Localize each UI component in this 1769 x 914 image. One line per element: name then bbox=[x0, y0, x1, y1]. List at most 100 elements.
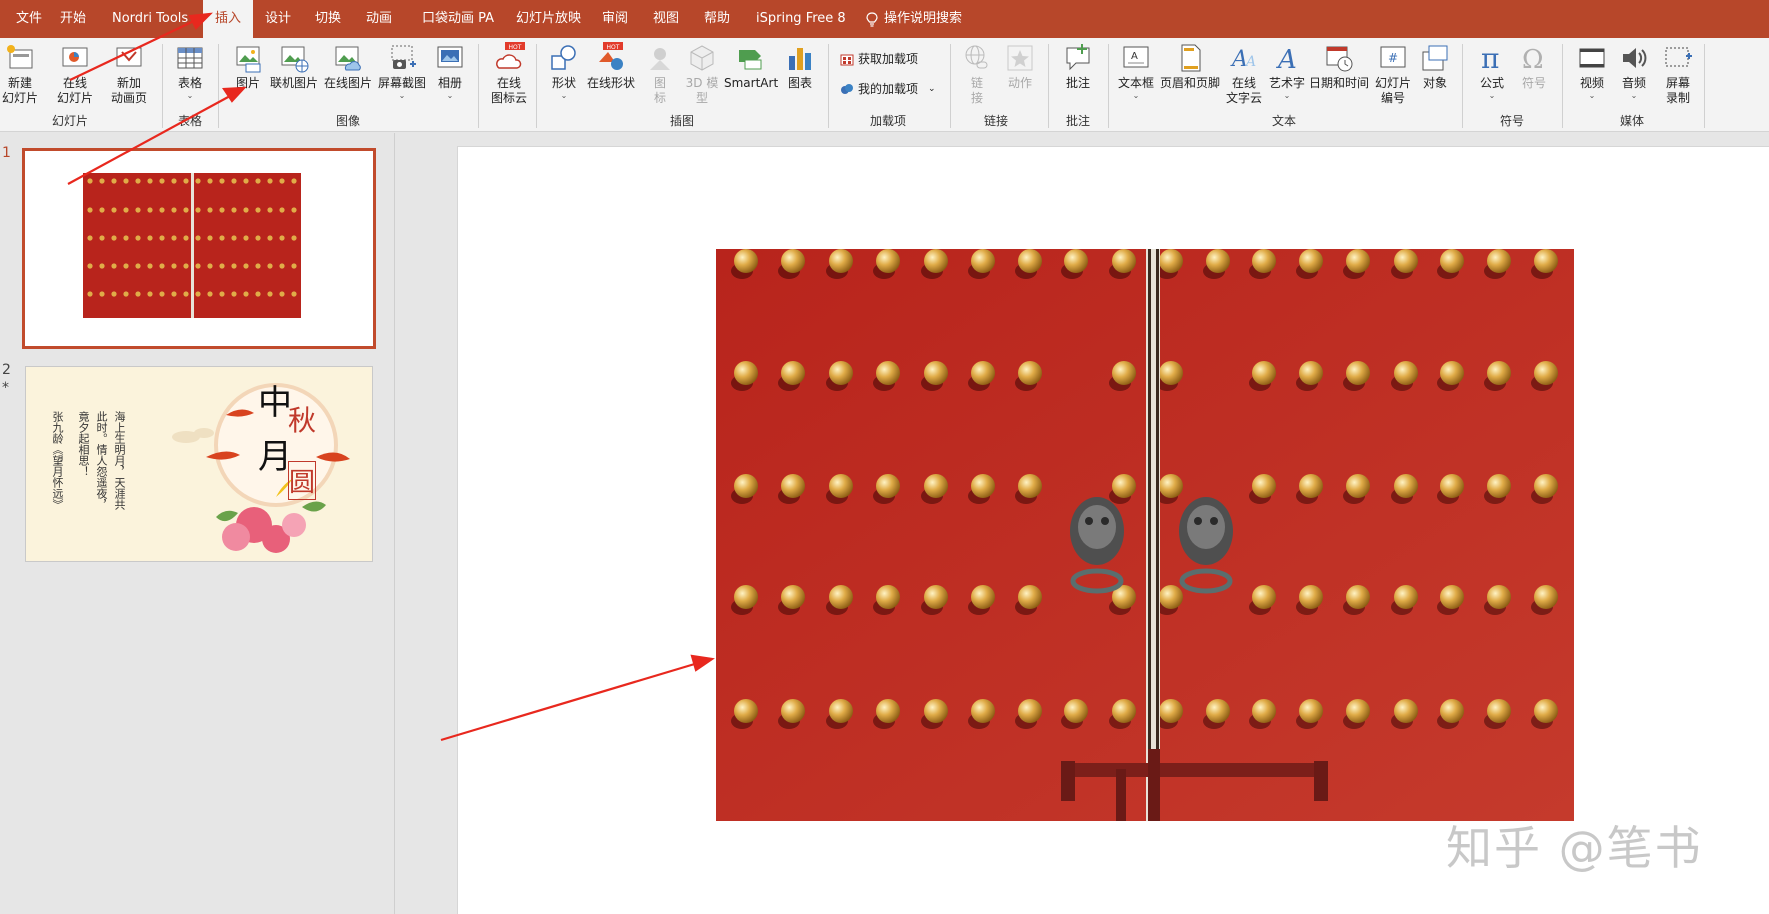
tab-home[interactable]: 开始 bbox=[48, 0, 98, 38]
door-stud bbox=[1487, 249, 1511, 273]
door-stud bbox=[924, 361, 948, 385]
thumbnail-door-stud bbox=[255, 178, 261, 184]
table-button[interactable]: 表格 ⌄ bbox=[172, 42, 208, 101]
door-stud bbox=[1112, 474, 1136, 498]
door-stud bbox=[1252, 249, 1276, 273]
tab-review[interactable]: 审阅 bbox=[590, 0, 640, 38]
divider bbox=[828, 44, 829, 128]
thumbnail-door-stud bbox=[99, 235, 105, 241]
shapes-button[interactable]: 形状 ⌄ bbox=[548, 42, 580, 101]
door-stud bbox=[829, 585, 853, 609]
online-icon-cloud-button[interactable]: HOT 在线 图标云 bbox=[487, 42, 531, 106]
door-stud bbox=[1346, 361, 1370, 385]
online-text-cloud-button[interactable]: AA 在线 文字云 bbox=[1224, 42, 1264, 106]
search-tell-me[interactable]: 操作说明搜索 bbox=[880, 0, 966, 38]
comment-button[interactable]: 批注 bbox=[1060, 42, 1096, 91]
audio-button[interactable]: 音频 ⌄ bbox=[1618, 42, 1650, 101]
door-stud bbox=[924, 474, 948, 498]
tab-view[interactable]: 视图 bbox=[641, 0, 691, 38]
thumbnail-door-stud bbox=[111, 178, 117, 184]
slide-thumbnail-1[interactable] bbox=[22, 148, 376, 349]
thumbnail-door-stud bbox=[219, 291, 225, 297]
get-addins-button[interactable]: 获取加载项 bbox=[840, 50, 918, 67]
picture-icon bbox=[232, 42, 264, 74]
thumbnail-door-stud bbox=[291, 235, 297, 241]
my-addins-button[interactable]: 我的加载项 ⌄ bbox=[840, 80, 936, 97]
3d-models-button[interactable]: 3D 模型 bbox=[682, 42, 722, 106]
thumbnail-door-stud bbox=[147, 291, 153, 297]
red-door-photo[interactable] bbox=[716, 249, 1574, 821]
svg-text:#: # bbox=[1388, 51, 1398, 65]
thumbnail-door-stud bbox=[243, 235, 249, 241]
wordart-button[interactable]: A 艺术字 ⌄ bbox=[1268, 42, 1306, 101]
thumbnail-door-stud bbox=[111, 263, 117, 269]
online-slide-button[interactable]: 在线 幻灯片 bbox=[50, 42, 100, 106]
action-button[interactable]: 动作 bbox=[1002, 42, 1038, 91]
thumbnail-door-stud bbox=[231, 235, 237, 241]
equation-button[interactable]: π 公式 ⌄ bbox=[1476, 42, 1508, 101]
thumbnail-door-stud bbox=[171, 263, 177, 269]
tab-help[interactable]: 帮助 bbox=[692, 0, 742, 38]
calendar-clock-icon bbox=[1323, 42, 1355, 74]
link-button[interactable]: 链接 bbox=[960, 42, 994, 106]
tab-file[interactable]: 文件 bbox=[4, 0, 54, 38]
tab-pocket-animation[interactable]: 口袋动画 PA bbox=[410, 0, 506, 38]
door-stud bbox=[1206, 249, 1230, 273]
new-animation-page-button[interactable]: 新加 动画页 bbox=[104, 42, 154, 106]
thumbnail-door-stud bbox=[207, 291, 213, 297]
screen-record-button[interactable]: 屏幕 录制 bbox=[1660, 42, 1696, 106]
symbol-button[interactable]: Ω 符号 bbox=[1518, 42, 1550, 91]
online-shapes-button[interactable]: HOT 在线形状 bbox=[584, 42, 638, 91]
thumbnail-door-stud bbox=[99, 291, 105, 297]
screenshot-button[interactable]: 屏幕截图 ⌄ bbox=[376, 42, 428, 101]
door-stud bbox=[1018, 361, 1042, 385]
tab-transitions[interactable]: 切换 bbox=[303, 0, 353, 38]
tab-slideshow[interactable]: 幻灯片放映 bbox=[504, 0, 593, 38]
tab-animations[interactable]: 动画 bbox=[354, 0, 404, 38]
online-picture-button[interactable]: 在线图片 bbox=[322, 42, 374, 91]
tab-ispring[interactable]: iSpring Free 8 bbox=[744, 0, 858, 38]
ribbon-tab-bar: 文件 开始 Nordri Tools 插入 设计 切换 动画 口袋动画 PA 幻… bbox=[0, 0, 1769, 39]
object-button[interactable]: 对象 bbox=[1418, 42, 1452, 91]
thumbnail-door-stud bbox=[147, 207, 153, 213]
door-stud bbox=[781, 249, 805, 273]
video-button[interactable]: 视频 ⌄ bbox=[1576, 42, 1608, 101]
door-stud bbox=[1346, 249, 1370, 273]
door-stud bbox=[1299, 361, 1323, 385]
thumbnail-door-stud bbox=[135, 291, 141, 297]
thumbnail-door-stud bbox=[219, 235, 225, 241]
thumbnail-door-stud bbox=[135, 207, 141, 213]
tab-design[interactable]: 设计 bbox=[253, 0, 303, 38]
thumbnail-door-stud bbox=[147, 263, 153, 269]
picture-button[interactable]: 图片 bbox=[230, 42, 266, 91]
thumbnail-door-stud bbox=[291, 263, 297, 269]
header-footer-button[interactable]: 页眉和页脚 bbox=[1160, 42, 1220, 91]
screen-record-icon bbox=[1662, 42, 1694, 74]
slide-2-number: 2 bbox=[2, 362, 11, 378]
door-stud bbox=[1534, 699, 1558, 723]
new-slide-button[interactable]: 新建 幻灯片 bbox=[0, 42, 40, 106]
icons-button[interactable]: 图标 bbox=[644, 42, 676, 106]
photo-album-button[interactable]: 相册 ⌄ bbox=[432, 42, 468, 101]
thumbnail-door-stud bbox=[231, 178, 237, 184]
door-stud bbox=[1440, 699, 1464, 723]
thumbnail-door-stud bbox=[267, 291, 273, 297]
slide-2-animation-marker: * bbox=[2, 380, 9, 396]
date-time-button[interactable]: 日期和时间 bbox=[1308, 42, 1370, 91]
smartart-button[interactable]: SmartArt bbox=[724, 42, 778, 91]
slide-number-button[interactable]: # 幻灯片 编号 bbox=[1372, 42, 1414, 106]
thumbnail-door-stud bbox=[183, 291, 189, 297]
my-addins-icon bbox=[841, 83, 853, 94]
tab-insert[interactable]: 插入 bbox=[203, 0, 254, 39]
divider bbox=[536, 44, 537, 128]
textbox-icon: A bbox=[1120, 42, 1152, 74]
tab-nordri-tools[interactable]: Nordri Tools bbox=[100, 0, 200, 38]
icon-cloud-icon: HOT bbox=[493, 42, 525, 74]
chart-button[interactable]: 图表 bbox=[784, 42, 816, 91]
textbox-button[interactable]: A 文本框 ⌄ bbox=[1116, 42, 1156, 101]
slide-thumbnail-2[interactable]: 中 秋 月 圆 海上生明月，天涯共 此时。情人怨遥夜， 竟夕起相思！ 张九龄《望… bbox=[25, 366, 373, 562]
online-picture-library-button[interactable]: 联机图片 bbox=[268, 42, 320, 91]
door-stud bbox=[924, 699, 948, 723]
poem-column-1: 海上生明月，天涯共 bbox=[113, 411, 126, 510]
thumbnail-1-door-image bbox=[25, 151, 373, 346]
